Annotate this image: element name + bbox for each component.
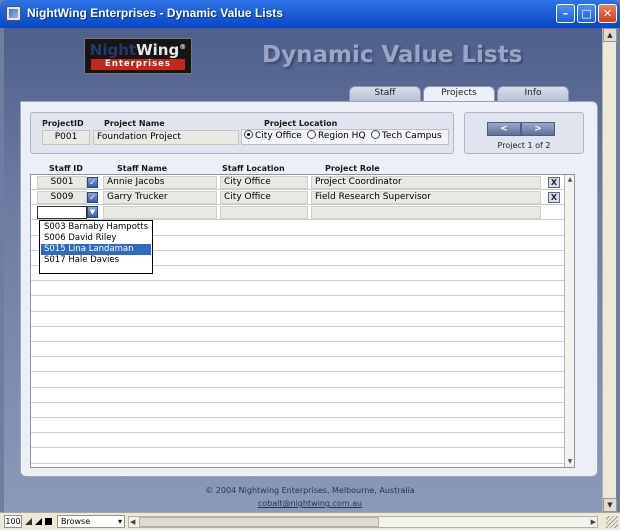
- dropdown-option-selected[interactable]: S015 Lina Landaman: [41, 244, 151, 255]
- logo-registered-mark: ®: [179, 43, 187, 51]
- tab-projects[interactable]: Projects: [423, 86, 495, 102]
- portal-row-divider: [31, 417, 564, 418]
- mode-select[interactable]: Browse: [57, 515, 125, 528]
- portal-scroll-down-icon[interactable]: ▼: [566, 458, 574, 466]
- portal-row-divider: [31, 401, 564, 403]
- status-bar: 100 Browse ◀ ▶: [0, 512, 620, 530]
- row2-staff-id[interactable]: S009: [37, 191, 87, 204]
- row2-staff-location[interactable]: City Office: [220, 191, 308, 204]
- portal-row-divider: [31, 325, 564, 327]
- dropdown-option[interactable]: S006 David Riley: [41, 233, 151, 244]
- project-location-label: Project Location: [264, 119, 338, 128]
- row3-staff-name[interactable]: [103, 206, 217, 219]
- dropdown-option[interactable]: S017 Hale Davies: [41, 255, 151, 266]
- portal-scroll-up-icon[interactable]: ▲: [566, 176, 574, 184]
- row1-staff-id[interactable]: S001: [37, 176, 87, 189]
- zoom-level[interactable]: 100: [4, 515, 22, 528]
- email-link[interactable]: cobalt@nightwing.com.au: [0, 499, 620, 508]
- project-id-field[interactable]: P001: [42, 130, 90, 145]
- record-count: Project 1 of 2: [497, 141, 551, 150]
- row1-delete-button[interactable]: X: [548, 177, 560, 188]
- portal-row-divider: [31, 432, 564, 434]
- portal-row-divider: [31, 280, 564, 282]
- title-bar[interactable]: NightWing Enterprises - Dynamic Value Li…: [0, 0, 620, 28]
- staff-id-dropdown-list[interactable]: S003 Barnaby Hampotts S006 David Riley S…: [39, 220, 153, 274]
- email-link-text[interactable]: cobalt@nightwing.com.au: [258, 499, 362, 508]
- portal-row-divider: [31, 386, 564, 388]
- row2-staff-name[interactable]: Garry Trucker: [103, 191, 217, 204]
- row3-staff-location[interactable]: [220, 206, 308, 219]
- logo-subtitle: Enterprises: [91, 59, 185, 70]
- column-header-staff-name: Staff Name: [117, 164, 168, 173]
- row2-check-icon[interactable]: ✓: [87, 192, 98, 203]
- project-name-label: Project Name: [104, 119, 165, 128]
- app-icon[interactable]: [6, 6, 21, 21]
- close-button[interactable]: ✕: [598, 4, 617, 23]
- radio-region-hq[interactable]: Region HQ: [307, 130, 366, 143]
- row1-project-role[interactable]: Project Coordinator: [311, 176, 541, 189]
- radio-tech-campus[interactable]: Tech Campus: [371, 130, 442, 143]
- row1-staff-location[interactable]: City Office: [220, 176, 308, 189]
- row3-project-role[interactable]: [311, 206, 541, 219]
- portal-row-divider: [31, 189, 564, 190]
- resize-grip-icon[interactable]: [606, 516, 618, 528]
- scroll-left-icon[interactable]: ◀: [130, 517, 135, 527]
- previous-record-button[interactable]: <: [487, 122, 521, 136]
- radio-unselected-icon: [307, 130, 316, 139]
- column-header-project-role: Project Role: [325, 164, 380, 173]
- window-vertical-scrollbar[interactable]: ▲ ▼: [602, 28, 617, 512]
- logo-text-wing: Wing: [136, 41, 180, 59]
- zoom-out-icon[interactable]: [24, 516, 33, 527]
- horizontal-scroll-thumb[interactable]: [139, 517, 379, 527]
- portal-row-divider: [31, 371, 564, 373]
- radio-region-hq-label: Region HQ: [318, 131, 366, 141]
- radio-city-office-label: City Office: [255, 131, 302, 141]
- portal-row-divider: [31, 295, 564, 297]
- portal-row-divider: [31, 462, 564, 464]
- radio-city-office[interactable]: City Office: [244, 130, 302, 143]
- logo-text-night: Night: [89, 41, 137, 59]
- dropdown-option[interactable]: S003 Barnaby Hampotts: [41, 222, 151, 233]
- row2-project-role[interactable]: Field Research Supervisor: [311, 191, 541, 204]
- portal-row-divider: [31, 447, 564, 449]
- page-title: Dynamic Value Lists: [262, 42, 523, 68]
- horizontal-scrollbar[interactable]: ◀ ▶: [128, 516, 598, 528]
- status-area-toggle-icon[interactable]: [44, 516, 53, 527]
- row1-staff-name[interactable]: Annie Jacobs: [103, 176, 217, 189]
- tab-staff[interactable]: Staff: [349, 86, 421, 101]
- row1-check-icon[interactable]: ✓: [87, 177, 98, 188]
- column-header-staff-id: Staff ID: [49, 164, 83, 173]
- project-id-label: ProjectID: [42, 119, 84, 128]
- radio-selected-icon: [244, 130, 253, 139]
- portal-row-divider: [31, 356, 564, 358]
- staff-id-input[interactable]: [37, 206, 87, 219]
- portal-row-divider: [31, 310, 564, 312]
- project-name-field[interactable]: Foundation Project: [93, 130, 239, 145]
- row2-delete-button[interactable]: X: [548, 192, 560, 203]
- radio-tech-campus-label: Tech Campus: [382, 131, 442, 141]
- maximize-button[interactable]: □: [577, 4, 596, 23]
- zoom-in-icon[interactable]: [34, 516, 43, 527]
- tab-info[interactable]: Info: [497, 86, 569, 101]
- minimize-button[interactable]: –: [556, 4, 575, 23]
- scroll-up-icon[interactable]: ▲: [603, 28, 617, 42]
- dropdown-arrow-icon[interactable]: ▼: [87, 206, 98, 218]
- next-record-button[interactable]: >: [521, 122, 555, 136]
- window-title: NightWing Enterprises - Dynamic Value Li…: [27, 6, 283, 20]
- radio-unselected-icon: [371, 130, 380, 139]
- scroll-right-icon[interactable]: ▶: [591, 517, 596, 527]
- column-header-staff-location: Staff Location: [222, 164, 285, 173]
- company-logo: NightWing® Enterprises: [84, 38, 192, 74]
- portal-scrollbar[interactable]: ▲ ▼: [564, 175, 574, 467]
- copyright-text: © 2004 Nightwing Enterprises, Melbourne,…: [205, 486, 415, 495]
- portal-row-divider: [31, 341, 564, 342]
